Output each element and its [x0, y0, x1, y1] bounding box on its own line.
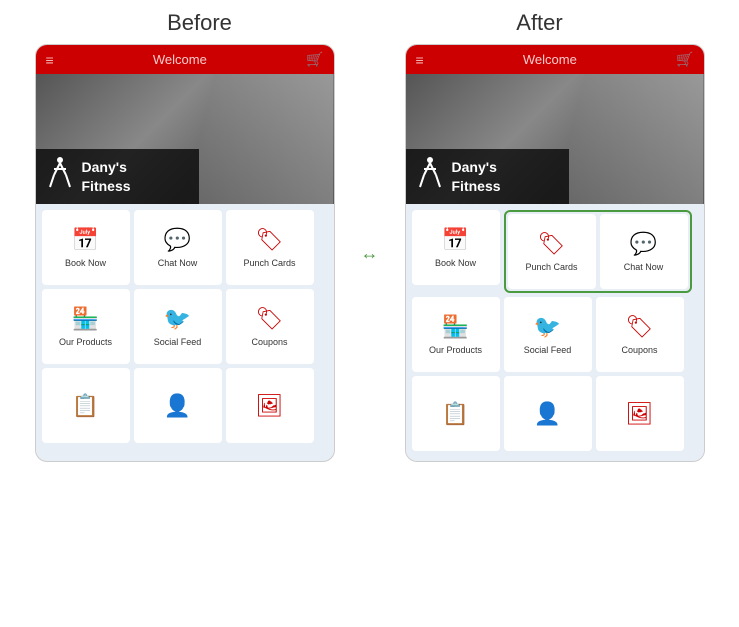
- before-book-now[interactable]: 📅 Book Now: [42, 210, 130, 285]
- after-book-now-label: Book Now: [435, 258, 476, 268]
- after-book-now[interactable]: 📅 Book Now: [412, 210, 500, 285]
- social-feed-label: Social Feed: [154, 337, 202, 347]
- before-photo-item[interactable]: 🖼: [226, 368, 314, 443]
- after-phone: ≡ Welcome 🛒: [405, 44, 705, 462]
- after-chat-icon: 💬: [630, 231, 657, 257]
- before-coupons[interactable]: 🏷 Coupons: [226, 289, 314, 364]
- before-grid: 📅 Book Now 💬 Chat Now 🏷 Punch Cards: [36, 204, 334, 453]
- book-now-label: Book Now: [65, 258, 106, 268]
- calendar-icon: 📅: [72, 227, 99, 253]
- before-row-2: 🏪 Our Products 🐦 Social Feed 🏷 Coupons: [42, 289, 328, 364]
- before-phone: ≡ Welcome 🛒: [35, 44, 335, 462]
- before-fitness-icon: [44, 155, 76, 198]
- before-row-1: 📅 Book Now 💬 Chat Now 🏷 Punch Cards: [42, 210, 328, 285]
- after-chat-now[interactable]: 💬 Chat Now: [600, 214, 688, 289]
- after-store-icon: 🏪: [442, 314, 469, 340]
- after-user-item[interactable]: 👤: [504, 376, 592, 451]
- before-our-products[interactable]: 🏪 Our Products: [42, 289, 130, 364]
- page-container: Before After ≡ Welcome 🛒: [0, 0, 739, 472]
- after-grid: 📅 Book Now 🏷 Punch Cards 💬 Cha: [406, 204, 704, 461]
- after-chat-now-label: Chat Now: [624, 262, 664, 272]
- after-list-icon: 📋: [442, 401, 469, 427]
- arrow-icon: ↔: [361, 243, 379, 264]
- twitter-icon: 🐦: [164, 306, 191, 332]
- after-twitter-icon: 🐦: [534, 314, 561, 340]
- coupon-icon: 🏷: [256, 306, 284, 332]
- after-photo-icon: 🖼: [626, 401, 654, 427]
- after-cart-icon: 🛒: [676, 51, 693, 68]
- highlight-inner: 🏷 Punch Cards 💬 Chat Now: [508, 214, 688, 289]
- before-list-item[interactable]: 📋: [42, 368, 130, 443]
- after-photo-item[interactable]: 🖼: [596, 376, 684, 451]
- punch-cards-label: Punch Cards: [243, 258, 295, 268]
- swap-arrow: ↔: [355, 44, 385, 462]
- after-punch-cards[interactable]: 🏷 Punch Cards: [508, 214, 596, 289]
- after-coupons-label: Coupons: [621, 345, 657, 355]
- before-brand-name: Dany'sFitness: [82, 158, 131, 194]
- before-label: Before: [30, 10, 370, 36]
- before-title: Welcome: [153, 52, 207, 67]
- after-banner-overlay: Dany'sFitness: [406, 149, 570, 204]
- chat-now-label: Chat Now: [158, 258, 198, 268]
- after-banner: Dany'sFitness: [406, 74, 704, 204]
- before-header: ≡ Welcome 🛒: [36, 45, 334, 74]
- highlight-box: 🏷 Punch Cards 💬 Chat Now: [504, 210, 692, 293]
- after-brand-name: Dany'sFitness: [452, 158, 501, 194]
- after-coupon-icon: 🏷: [626, 314, 654, 340]
- tag-icon: 🏷: [256, 227, 284, 253]
- after-header: ≡ Welcome 🛒: [406, 45, 704, 74]
- after-fitness-icon: [414, 155, 446, 198]
- after-calendar-icon: 📅: [442, 227, 469, 253]
- after-label: After: [370, 10, 710, 36]
- after-coupons[interactable]: 🏷 Coupons: [596, 297, 684, 372]
- chat-icon: 💬: [164, 227, 191, 253]
- our-products-label: Our Products: [59, 337, 112, 347]
- before-user-item[interactable]: 👤: [134, 368, 222, 443]
- photo-icon: 🖼: [256, 393, 284, 419]
- after-our-products[interactable]: 🏪 Our Products: [412, 297, 500, 372]
- store-icon: 🏪: [72, 306, 99, 332]
- after-list-item[interactable]: 📋: [412, 376, 500, 451]
- user-icon: 👤: [164, 393, 191, 419]
- before-row-3: 📋 👤 🖼: [42, 368, 328, 443]
- after-row-2: 🏪 Our Products 🐦 Social Feed 🏷 Coupons: [412, 297, 698, 372]
- phones-row: ≡ Welcome 🛒: [35, 44, 705, 462]
- before-banner-overlay: Dany'sFitness: [36, 149, 200, 204]
- after-title: Welcome: [523, 52, 577, 67]
- after-punch-cards-label: Punch Cards: [525, 262, 577, 272]
- before-punch-cards[interactable]: 🏷 Punch Cards: [226, 210, 314, 285]
- before-banner: Dany'sFitness: [36, 74, 334, 204]
- after-row-1: 📅 Book Now 🏷 Punch Cards 💬 Cha: [412, 210, 698, 293]
- after-row-3: 📋 👤 🖼: [412, 376, 698, 451]
- before-chat-now[interactable]: 💬 Chat Now: [134, 210, 222, 285]
- after-social-feed[interactable]: 🐦 Social Feed: [504, 297, 592, 372]
- after-hamburger-icon: ≡: [416, 52, 424, 68]
- after-social-feed-label: Social Feed: [524, 345, 572, 355]
- after-user-icon: 👤: [534, 401, 561, 427]
- after-our-products-label: Our Products: [429, 345, 482, 355]
- section-labels: Before After: [30, 10, 710, 36]
- before-social-feed[interactable]: 🐦 Social Feed: [134, 289, 222, 364]
- before-hamburger-icon: ≡: [46, 52, 54, 68]
- before-cart-icon: 🛒: [306, 51, 323, 68]
- list-icon: 📋: [72, 393, 99, 419]
- coupons-label: Coupons: [251, 337, 287, 347]
- after-tag-icon: 🏷: [538, 231, 566, 257]
